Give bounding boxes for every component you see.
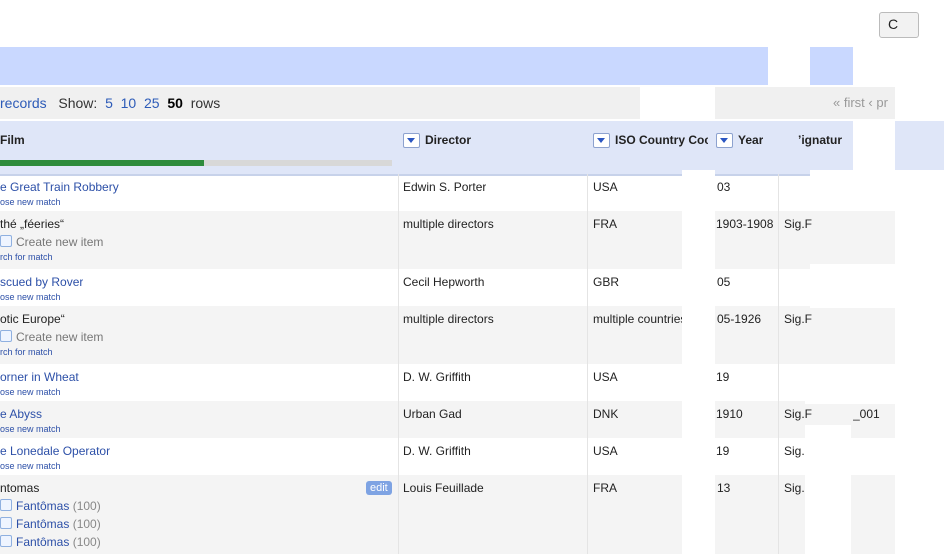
- column-header-year[interactable]: Year: [716, 133, 763, 149]
- film-name: ntomas: [0, 481, 40, 495]
- mask-block: [853, 120, 895, 176]
- director-cell: D. W. Griffith: [403, 444, 471, 458]
- film-link[interactable]: e Great Train Robbery: [0, 180, 119, 194]
- blue-toolbar-stub: [810, 47, 853, 85]
- table-header: Film Director ISO Country Coc Year ’igna…: [0, 121, 944, 176]
- mask-block: [805, 364, 895, 404]
- table-row: orner in Wheat ose new match D. W. Griffi…: [0, 364, 944, 401]
- column-header-signature[interactable]: ’ignatur: [798, 133, 842, 147]
- table-row: scued by Rover ose new match Cecil Hepwor…: [0, 269, 944, 306]
- create-new-item-candidate[interactable]: Create new item: [0, 330, 103, 344]
- film-name: thé „féeries“: [0, 217, 65, 231]
- match-candidate[interactable]: Fantômas (100): [0, 517, 101, 531]
- director-cell: multiple directors: [403, 217, 494, 231]
- director-cell: Edwin S. Porter: [403, 180, 487, 194]
- year-cell: 19: [716, 370, 730, 384]
- match-candidate[interactable]: Fantômas (100): [0, 499, 101, 513]
- column-header-iso[interactable]: ISO Country Coc: [593, 133, 708, 149]
- director-cell: D. W. Griffith: [403, 370, 471, 384]
- iso-cell: GBR: [593, 275, 620, 289]
- year-cell: 19: [716, 444, 730, 458]
- rows-option-25[interactable]: 25: [144, 95, 160, 111]
- rows-label: rows: [190, 95, 221, 111]
- column-divider: [778, 174, 779, 554]
- dropdown-icon[interactable]: [593, 133, 610, 149]
- checkbox-icon[interactable]: [0, 499, 12, 511]
- choose-match-link[interactable]: ose new match: [0, 292, 83, 302]
- records-link[interactable]: records: [0, 95, 47, 111]
- checkbox-icon[interactable]: [0, 235, 12, 247]
- year-cell: 05: [716, 275, 731, 289]
- checkbox-icon[interactable]: [0, 517, 12, 529]
- column-divider: [398, 174, 399, 554]
- table-row: e Great Train Robbery ose new match Edwin…: [0, 174, 944, 211]
- mask-block: [640, 87, 682, 121]
- table-row: thé „féeries“ Create new item rch for ma…: [0, 211, 944, 269]
- checkbox-icon[interactable]: [0, 535, 12, 547]
- create-new-item-candidate[interactable]: Create new item: [0, 235, 103, 249]
- mask-block: [895, 87, 944, 121]
- blue-toolbar-band: [0, 47, 768, 85]
- signature-cell: Sig.F: [784, 407, 813, 421]
- mask-block: [682, 170, 715, 554]
- choose-match-link[interactable]: ose new match: [0, 197, 119, 207]
- iso-cell: FRA: [593, 217, 617, 231]
- dropdown-icon[interactable]: [403, 133, 420, 149]
- iso-cell: USA: [593, 180, 618, 194]
- film-link[interactable]: scued by Rover: [0, 275, 83, 289]
- year-cell: 1910: [716, 407, 743, 421]
- film-name: otic Europe“: [0, 312, 65, 326]
- mask-block: [810, 264, 895, 308]
- table-row: otic Europe“ Create new item rch for mat…: [0, 306, 944, 364]
- column-divider: [587, 174, 588, 554]
- year-cell: 1903-1908: [716, 217, 774, 231]
- rows-option-50-selected: 50: [167, 95, 183, 111]
- signature-cell: Sig.F: [784, 312, 813, 326]
- progress-fill: [0, 160, 204, 166]
- year-cell: 05-1926: [716, 312, 762, 326]
- match-candidate[interactable]: Fantômas (100): [0, 535, 101, 549]
- iso-cell: USA: [593, 444, 618, 458]
- reconcile-progress-bar: [0, 160, 392, 166]
- column-header-director[interactable]: Director: [403, 133, 471, 149]
- mask-block: [805, 425, 851, 554]
- pager[interactable]: « first ‹ pr: [833, 95, 888, 110]
- director-cell: Urban Gad: [403, 407, 462, 421]
- year-cell: 13: [716, 481, 731, 495]
- film-link[interactable]: orner in Wheat: [0, 370, 79, 384]
- rows-option-5[interactable]: 5: [105, 95, 113, 111]
- film-link[interactable]: e Lonedale Operator: [0, 444, 110, 458]
- dropdown-icon[interactable]: [716, 133, 733, 149]
- signature-tail: _001: [853, 407, 880, 421]
- checkbox-icon[interactable]: [0, 330, 12, 342]
- mask-block: [682, 87, 715, 121]
- iso-cell: DNK: [593, 407, 619, 421]
- table-row: ntomas Fantômas (100) Fantômas (100) Fan…: [0, 475, 944, 554]
- column-header-film[interactable]: Film: [0, 133, 25, 147]
- choose-match-link[interactable]: ose new match: [0, 424, 61, 434]
- director-cell: Cecil Hepworth: [403, 275, 485, 289]
- rows-option-10[interactable]: 10: [121, 95, 137, 111]
- table-row: e Lonedale Operator ose new match D. W. G…: [0, 438, 944, 475]
- year-cell: 03: [716, 180, 731, 194]
- table-row: e Abyss ose new match Urban Gad DNK 1910 …: [0, 401, 944, 438]
- search-match-link[interactable]: rch for match: [0, 252, 103, 262]
- mask-block: [810, 170, 895, 208]
- search-match-link[interactable]: rch for match: [0, 347, 103, 357]
- director-cell: Louis Feuillade: [403, 481, 484, 495]
- edit-button[interactable]: edit: [366, 481, 392, 495]
- signature-cell: Sig.F: [784, 217, 813, 231]
- mask-block: [895, 170, 944, 554]
- iso-cell: FRA: [593, 481, 617, 495]
- choose-match-link[interactable]: ose new match: [0, 461, 110, 471]
- film-link[interactable]: e Abyss: [0, 407, 42, 421]
- rows-summary: records Show: 5 10 25 50 rows: [0, 95, 220, 111]
- rows-bar: records Show: 5 10 25 50 rows « first ‹ …: [0, 87, 944, 119]
- iso-cell: USA: [593, 370, 618, 384]
- top-right-button[interactable]: C: [879, 12, 919, 38]
- choose-match-link[interactable]: ose new match: [0, 387, 79, 397]
- iso-cell: multiple countries: [593, 312, 687, 326]
- director-cell: multiple directors: [403, 312, 494, 326]
- show-label: Show:: [58, 95, 98, 111]
